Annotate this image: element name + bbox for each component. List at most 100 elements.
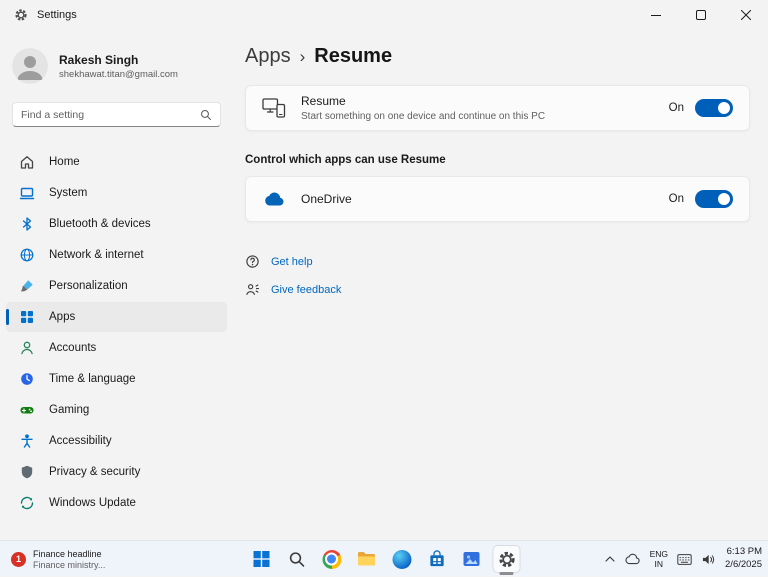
window-title: Settings [37,9,77,21]
clock[interactable]: 6:13 PM 2/6/2025 [725,546,762,572]
resume-title: Resume [301,94,346,108]
onedrive-title: OneDrive [301,192,352,206]
sidebar-item-personalization[interactable]: Personalization [6,271,227,301]
sidebar-item-privacy[interactable]: Privacy & security [6,457,227,487]
sidebar-item-home[interactable]: Home [6,147,227,177]
window-controls [633,0,768,30]
sidebar-item-gaming[interactable]: Gaming [6,395,227,425]
sidebar-item-network[interactable]: Network & internet [6,240,227,270]
bluetooth-icon [19,216,35,232]
close-button[interactable] [723,0,768,30]
language-label: ENG [649,548,669,559]
sidebar-item-label: Bluetooth & devices [49,218,151,230]
edge-ball [392,549,411,569]
file-explorer-icon[interactable] [353,545,381,573]
store-icon[interactable] [423,545,451,573]
user-email: shekhawat.titan@gmail.com [59,68,178,80]
sidebar: Rakesh Singh shekhawat.titan@gmail.com H… [0,30,233,540]
settings-app-icon [14,8,28,22]
get-help-icon [245,254,260,269]
date-label: 2/6/2025 [725,559,762,570]
volume-icon[interactable] [701,553,716,566]
sidebar-item-windows-update[interactable]: Windows Update [6,488,227,518]
onedrive-toggle[interactable] [695,190,733,208]
minimize-button[interactable] [633,0,678,30]
feedback-icon [245,282,260,297]
sidebar-item-accounts[interactable]: Accounts [6,333,227,363]
start-button[interactable] [248,545,276,573]
resume-toggle[interactable] [695,99,733,117]
time-label: 6:13 PM [726,546,762,558]
notification-badge: 1 [11,551,26,567]
resume-toggle-state-label: On [668,102,684,114]
sidebar-item-system[interactable]: System [6,178,227,208]
sidebar-item-label: Apps [49,311,76,323]
edge-icon[interactable] [388,545,416,573]
sidebar-item-label: Gaming [49,404,90,416]
get-help-link[interactable]: Get help [271,256,313,268]
system-icon [19,185,35,201]
language-switcher[interactable]: ENG IN [650,549,668,569]
taskbar-app-icons [248,541,521,577]
maximize-button[interactable] [678,0,723,30]
widget-text: Finance headline Finance ministry... [33,549,105,570]
resume-card-text: Resume Start something on one device and… [301,94,545,122]
sidebar-item-label: System [49,187,88,199]
sidebar-item-label: Accounts [49,342,97,354]
sidebar-item-label: Home [49,156,80,168]
network-globe-icon [19,247,35,263]
give-feedback-link[interactable]: Give feedback [271,284,341,296]
onedrive-cloud-icon [262,188,286,210]
accounts-person-icon [19,340,35,356]
sidebar-item-label: Accessibility [49,435,112,447]
user-name: Rakesh Singh [59,52,139,67]
give-feedback-row: Give feedback [245,282,750,297]
user-profile[interactable]: Rakesh Singh shekhawat.titan@gmail.com [6,42,227,90]
game-controller-icon [19,402,35,418]
accessibility-person-icon [19,433,35,449]
settings-search[interactable] [12,102,221,127]
page-title: Resume [314,45,393,67]
sidebar-item-label: Network & internet [49,249,144,261]
chrome-ball [322,549,341,569]
tray-chevron-up-icon[interactable] [604,556,615,562]
settings-taskbar-icon[interactable] [492,545,521,573]
onedrive-toggle-state-label: On [668,193,684,205]
update-arrows-icon [19,495,35,511]
profile-text: Rakesh Singh shekhawat.titan@gmail.com [59,53,178,80]
onedrive-tray-icon[interactable] [624,553,641,565]
widgets-button[interactable]: 1 Finance headline Finance ministry... [7,541,109,577]
footer-links: Get help Give feedback [245,254,750,297]
sidebar-item-accessibility[interactable]: Accessibility [6,426,227,456]
sidebar-item-time-language[interactable]: Time & language [6,364,227,394]
sidebar-item-apps[interactable]: Apps [6,302,227,332]
onedrive-card-text: OneDrive [301,192,352,206]
sidebar-item-bluetooth[interactable]: Bluetooth & devices [6,209,227,239]
sidebar-item-label: Privacy & security [49,466,141,478]
taskbar-search-button[interactable] [283,545,311,573]
touch-keyboard-icon[interactable] [677,553,692,565]
shield-icon [19,464,35,480]
get-help-row: Get help [245,254,750,269]
chrome-icon[interactable] [318,545,346,573]
titlebar: Settings [0,0,768,30]
breadcrumb-apps[interactable]: Apps [245,45,291,68]
search-icon[interactable] [200,109,212,121]
resume-toggle-area: On [669,99,733,117]
main-content: Apps › Resume Resume Start something on … [245,30,768,540]
onedrive-toggle-area: On [669,190,733,208]
widget-subline: Finance ministry... [33,559,106,570]
personalization-brush-icon [19,278,35,294]
breadcrumb: Apps › Resume [245,45,750,68]
search-input[interactable] [21,108,200,121]
photos-icon[interactable] [458,545,486,573]
settings-window: Settings Rakesh Singh shekhawat.titan@gm… [0,0,768,576]
resume-description: Start something on one device and contin… [301,111,546,122]
apps-grid-icon [19,309,35,325]
sidebar-item-label: Personalization [49,280,128,292]
clock-icon [19,371,35,387]
system-tray: ENG IN 6:13 PM 2/6/2025 [604,541,762,577]
breadcrumb-separator-icon: › [299,47,306,66]
sidebar-item-label: Windows Update [49,497,136,509]
widget-headline: Finance headline [33,548,102,559]
